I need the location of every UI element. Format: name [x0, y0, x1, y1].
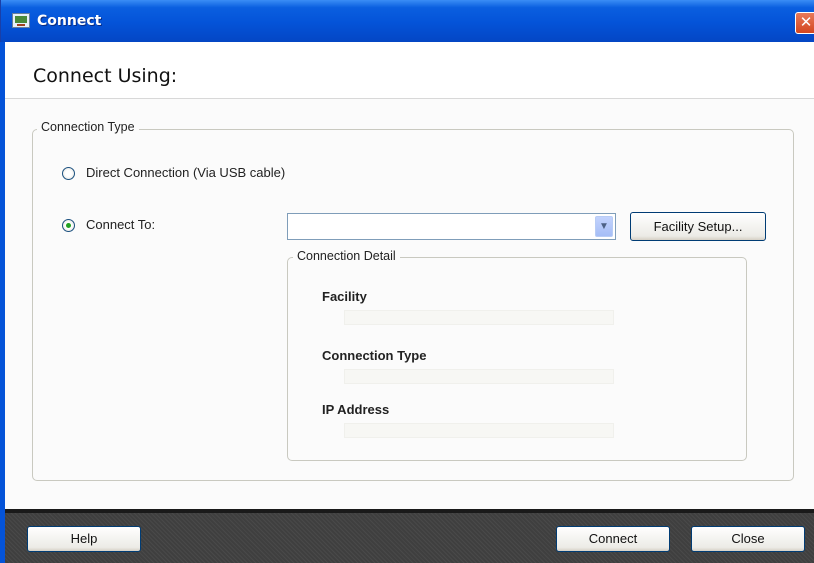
radio-selected-dot	[66, 223, 71, 228]
connection-type-value	[344, 369, 614, 384]
title-bar[interactable]: Connect ✕	[0, 0, 814, 42]
facility-label: Facility	[322, 289, 367, 304]
direct-connection-label[interactable]: Direct Connection (Via USB cable)	[86, 165, 285, 180]
help-button[interactable]: Help	[27, 526, 141, 552]
footer-bar: Help Connect Close	[5, 509, 814, 563]
close-icon: ✕	[799, 14, 813, 31]
page-title: Connect Using:	[33, 65, 178, 87]
connection-type-group-label: Connection Type	[37, 120, 139, 134]
connection-type-detail-label: Connection Type	[322, 348, 427, 363]
main-content: Connection Type Direct Connection (Via U…	[5, 99, 814, 509]
connect-to-radio[interactable]	[62, 219, 75, 232]
chevron-down-icon[interactable]: ▼	[595, 216, 613, 237]
ip-address-value	[344, 423, 614, 438]
connection-detail-group-label: Connection Detail	[293, 249, 400, 263]
connect-to-dropdown[interactable]: ▼	[287, 213, 616, 240]
ip-address-label: IP Address	[322, 402, 390, 417]
connect-app-icon	[12, 13, 30, 28]
header: Connect Using:	[5, 42, 814, 98]
close-button[interactable]: Close	[691, 526, 805, 552]
facility-value	[344, 310, 614, 325]
window-title: Connect	[37, 13, 102, 29]
close-window-button[interactable]: ✕	[795, 12, 814, 34]
direct-connection-radio[interactable]	[62, 167, 75, 180]
facility-setup-button[interactable]: Facility Setup...	[630, 212, 766, 241]
connect-to-label[interactable]: Connect To:	[86, 217, 155, 232]
footer-top-edge	[5, 509, 814, 513]
connect-button[interactable]: Connect	[556, 526, 670, 552]
